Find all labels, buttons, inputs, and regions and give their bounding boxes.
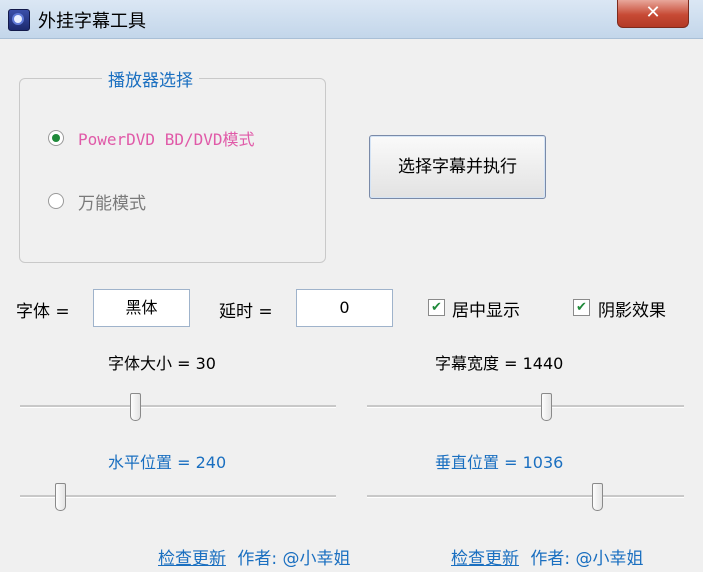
- window-title: 外挂字幕工具: [38, 11, 146, 32]
- powerdvd-mode-label[interactable]: PowerDVD BD/DVD模式: [78, 126, 255, 150]
- center-display-checkbox[interactable]: ✔: [428, 299, 445, 316]
- close-button[interactable]: ✕: [617, 0, 689, 28]
- universal-mode-label[interactable]: 万能模式: [78, 189, 146, 214]
- font-input[interactable]: 黑体: [93, 289, 190, 327]
- powerdvd-mode-radio[interactable]: [48, 130, 64, 146]
- author-credit: 作者: @小幸姐: [237, 549, 351, 569]
- vertical-position-label: 垂直位置 = 1036: [435, 453, 564, 472]
- center-display-label[interactable]: 居中显示: [452, 296, 520, 321]
- player-select-title: 播放器选择: [102, 66, 199, 91]
- horizontal-position-label: 水平位置 = 240: [108, 453, 227, 472]
- horizontal-position-slider-thumb[interactable]: [55, 483, 66, 511]
- title-bar: 外挂字幕工具 ✕: [0, 0, 703, 39]
- check-update-link[interactable]: 检查更新: [451, 549, 519, 569]
- vertical-position-track: [367, 495, 684, 498]
- font-size-track: [20, 405, 336, 408]
- font-size-label: 字体大小 = 30: [108, 354, 216, 373]
- subtitle-width-track: [367, 405, 684, 408]
- shadow-effect-label[interactable]: 阴影效果: [598, 296, 666, 321]
- font-label: 字体 =: [16, 302, 70, 322]
- player-select-group: [19, 78, 326, 263]
- delay-input[interactable]: 0: [296, 289, 393, 327]
- font-size-slider-thumb[interactable]: [130, 393, 141, 421]
- footer-left: 检查更新 作者: @小幸姐: [158, 544, 351, 569]
- select-subtitle-execute-button[interactable]: 选择字幕并执行: [369, 135, 546, 199]
- shadow-effect-checkbox[interactable]: ✔: [573, 299, 590, 316]
- footer-right: 检查更新 作者: @小幸姐: [451, 544, 644, 569]
- app-icon: [8, 9, 30, 31]
- author-credit: 作者: @小幸姐: [530, 549, 644, 569]
- universal-mode-radio[interactable]: [48, 193, 64, 209]
- horizontal-position-track: [20, 495, 336, 498]
- subtitle-width-slider-thumb[interactable]: [541, 393, 552, 421]
- delay-label: 延时 =: [219, 302, 273, 322]
- check-update-link[interactable]: 检查更新: [158, 549, 226, 569]
- vertical-position-slider-thumb[interactable]: [592, 483, 603, 511]
- subtitle-width-label: 字幕宽度 = 1440: [435, 354, 564, 373]
